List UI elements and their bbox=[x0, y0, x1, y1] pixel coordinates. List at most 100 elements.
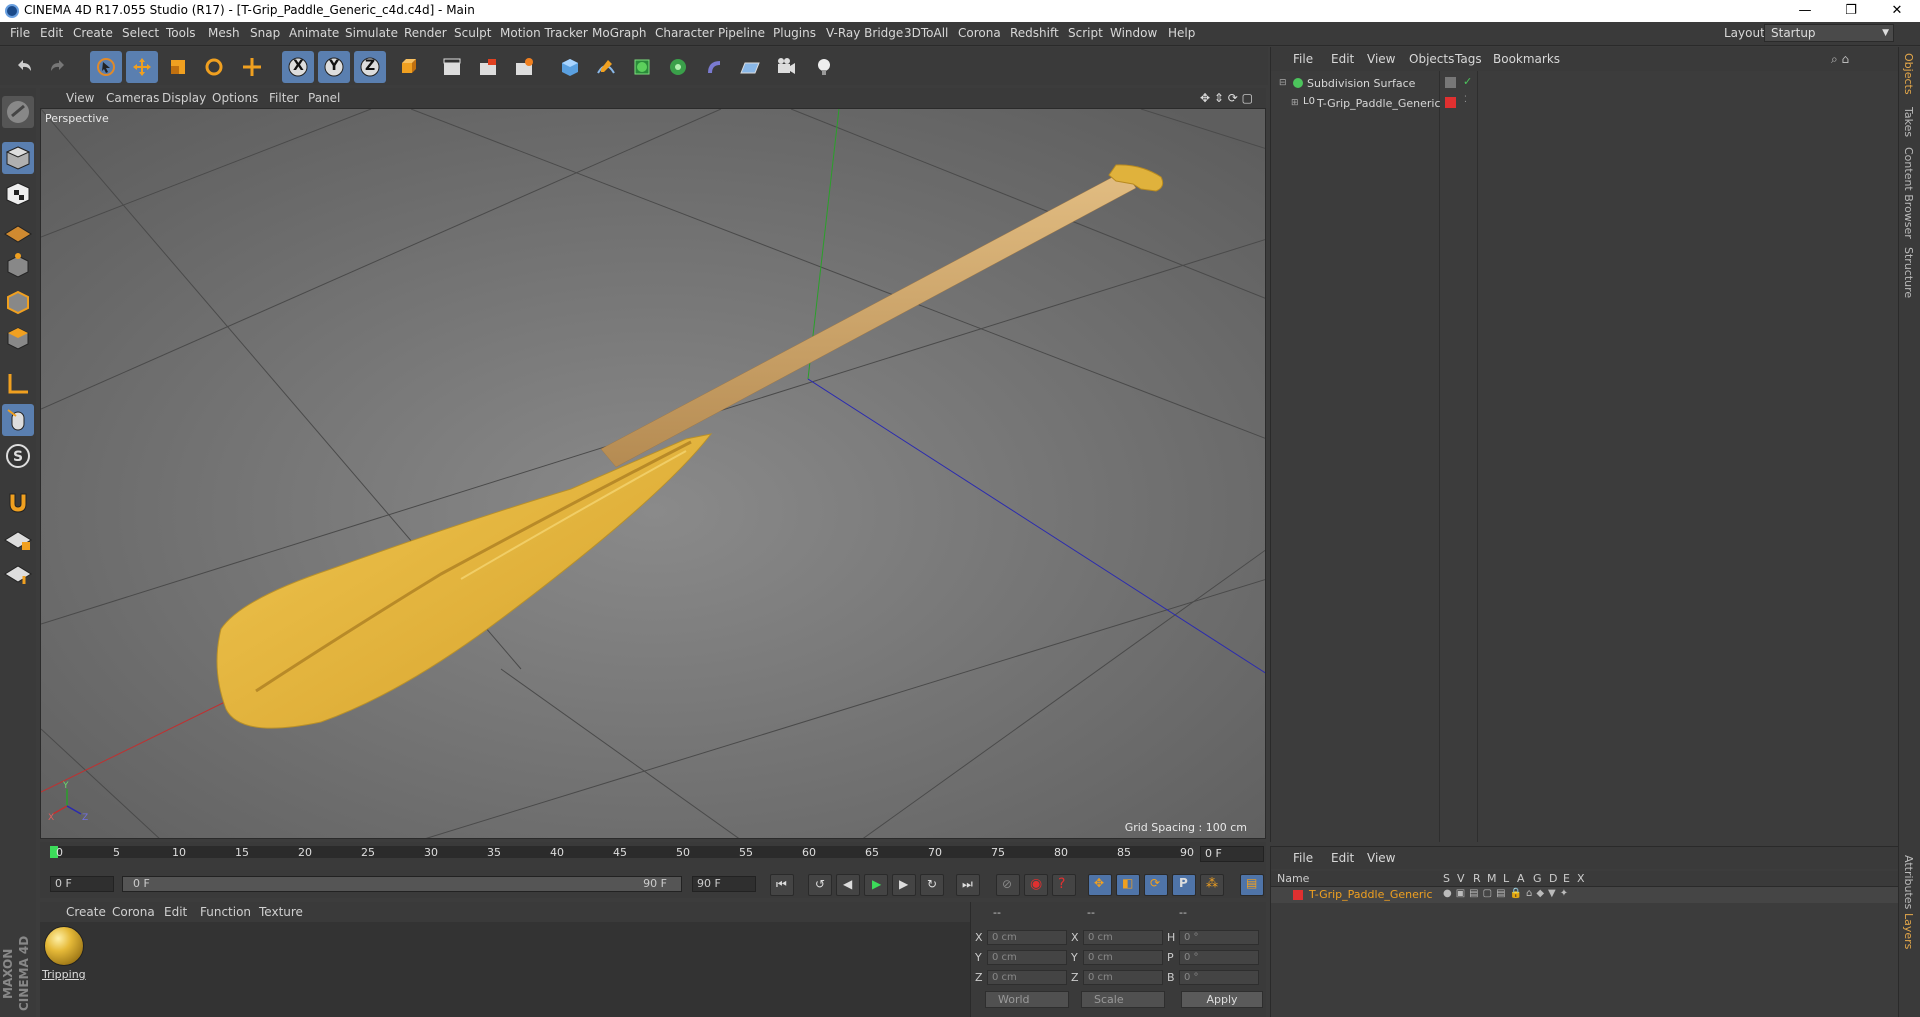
key-position-button[interactable]: ✥ bbox=[1088, 874, 1112, 896]
end-frame-field[interactable]: 90 F bbox=[692, 876, 756, 892]
position-y-field[interactable]: 0 cm bbox=[987, 950, 1067, 965]
camera-object-button[interactable] bbox=[770, 51, 802, 83]
layer-row[interactable]: T-Grip_Paddle_Generic ●▣▤▢▤🔒⌂◆▼✦ bbox=[1271, 887, 1899, 903]
autokeying-button[interactable]: ◉ bbox=[1024, 874, 1048, 896]
scale-tool-button[interactable] bbox=[162, 51, 194, 83]
workplane-snap-button[interactable] bbox=[2, 556, 34, 588]
menu-tools[interactable]: Tools bbox=[166, 26, 196, 40]
object-menu-edit[interactable]: Edit bbox=[1331, 52, 1354, 66]
menu-script[interactable]: Script bbox=[1068, 26, 1103, 40]
restore-button[interactable]: ❐ bbox=[1828, 0, 1874, 22]
go-to-start-button[interactable]: ⏮ bbox=[770, 874, 794, 896]
close-button[interactable]: ✕ bbox=[1874, 0, 1920, 22]
workplane-lock-button[interactable] bbox=[2, 522, 34, 554]
viewport-menu-options[interactable]: Options bbox=[212, 91, 258, 105]
menu-pipeline[interactable]: Pipeline bbox=[718, 26, 765, 40]
mograph-cloner-button[interactable] bbox=[662, 51, 694, 83]
solo-mode-button[interactable]: S bbox=[2, 440, 34, 472]
move-tool-button[interactable] bbox=[126, 51, 158, 83]
menu-3dtoall[interactable]: 3DToAll bbox=[904, 26, 948, 40]
size-y-field[interactable]: 0 cm bbox=[1083, 950, 1163, 965]
menu-character[interactable]: Character bbox=[655, 26, 714, 40]
tab-content-browser[interactable]: Content Browser bbox=[1902, 147, 1915, 239]
coordinate-system-button[interactable] bbox=[392, 51, 424, 83]
menu-window[interactable]: Window bbox=[1110, 26, 1157, 40]
material-menu-edit[interactable]: Edit bbox=[164, 905, 187, 919]
workplane-mode-button[interactable] bbox=[2, 214, 34, 246]
next-key-button[interactable]: ↻ bbox=[920, 874, 944, 896]
position-x-field[interactable]: 0 cm bbox=[987, 930, 1067, 945]
key-scale-button[interactable]: ◧ bbox=[1116, 874, 1140, 896]
render-settings-button[interactable] bbox=[508, 51, 540, 83]
expand-icon[interactable]: ⊞ bbox=[1291, 98, 1299, 108]
object-menu-view[interactable]: View bbox=[1367, 52, 1395, 66]
deformer-button[interactable] bbox=[698, 51, 730, 83]
texture-mode-button[interactable] bbox=[2, 178, 34, 210]
go-to-end-button[interactable]: ⏭ bbox=[956, 874, 980, 896]
tab-takes[interactable]: Takes bbox=[1902, 107, 1915, 137]
object-row-paddle[interactable]: ⊞ L0 T-Grip_Paddle_Generic ⁚ bbox=[1271, 95, 1899, 113]
menu-sculpt[interactable]: Sculpt bbox=[454, 26, 491, 40]
viewport-menu-filter[interactable]: Filter bbox=[269, 91, 299, 105]
object-menu-objects[interactable]: Objects bbox=[1409, 52, 1454, 66]
size-x-field[interactable]: 0 cm bbox=[1083, 930, 1163, 945]
snap-button[interactable] bbox=[2, 486, 34, 518]
menu-file[interactable]: File bbox=[10, 26, 30, 40]
select-tool-button[interactable] bbox=[90, 51, 122, 83]
z-axis-lock-button[interactable]: Z bbox=[354, 51, 386, 83]
axis-mode-button[interactable] bbox=[2, 368, 34, 400]
next-frame-button[interactable]: ▶ bbox=[892, 874, 916, 896]
subdivision-surface-button[interactable] bbox=[626, 51, 658, 83]
tweak-mode-button[interactable] bbox=[2, 404, 34, 436]
cube-primitive-button[interactable] bbox=[554, 51, 586, 83]
y-axis-lock-button[interactable]: Y bbox=[318, 51, 350, 83]
layer-color-swatch[interactable] bbox=[1293, 890, 1303, 900]
timeline-window-button[interactable]: ▤ bbox=[1240, 874, 1264, 896]
rotation-b-field[interactable]: 0 ° bbox=[1179, 970, 1259, 985]
material-menu-function[interactable]: Function bbox=[200, 905, 251, 919]
keyframe-selection-button[interactable]: ? bbox=[1052, 874, 1076, 896]
menu-corona[interactable]: Corona bbox=[958, 26, 1001, 40]
collapse-icon[interactable]: ⊟ bbox=[1279, 78, 1287, 88]
layout-dropdown[interactable]: Startup ▼ bbox=[1764, 24, 1894, 42]
material-menu-corona[interactable]: Corona bbox=[112, 905, 155, 919]
rotate-tool-button[interactable] bbox=[198, 51, 230, 83]
menu-motion-tracker[interactable]: Motion Tracker bbox=[500, 26, 588, 40]
size-mode-dropdown[interactable]: Scale bbox=[1081, 991, 1165, 1008]
play-button[interactable]: ▶ bbox=[864, 874, 888, 896]
frame-range-slider[interactable]: 0 F 90 F bbox=[122, 876, 682, 892]
key-rotation-button[interactable]: ⟳ bbox=[1144, 874, 1168, 896]
material-menu-create[interactable]: Create bbox=[66, 905, 106, 919]
viewport-menu-panel[interactable]: Panel bbox=[308, 91, 340, 105]
light-object-button[interactable] bbox=[808, 51, 840, 83]
menu-plugins[interactable]: Plugins bbox=[773, 26, 816, 40]
layer-menu-edit[interactable]: Edit bbox=[1331, 851, 1354, 865]
menu-edit[interactable]: Edit bbox=[40, 26, 63, 40]
viewport-menu-cameras[interactable]: Cameras bbox=[106, 91, 159, 105]
viewport-navigation-icons[interactable]: ✥ ⇕ ⟳ ▢ bbox=[1200, 91, 1253, 105]
model-mode-button[interactable] bbox=[2, 142, 34, 174]
viewport-menu-view[interactable]: View bbox=[66, 91, 94, 105]
points-mode-button[interactable] bbox=[2, 250, 34, 282]
rotation-p-field[interactable]: 0 ° bbox=[1179, 950, 1259, 965]
layer-menu-view[interactable]: View bbox=[1367, 851, 1395, 865]
viewport-menu-display[interactable]: Display bbox=[162, 91, 206, 105]
menu-mesh[interactable]: Mesh bbox=[208, 26, 240, 40]
material-swatch[interactable]: Tripping bbox=[40, 922, 90, 992]
key-parameter-button[interactable]: P bbox=[1172, 874, 1196, 896]
menu-redshift[interactable]: Redshift bbox=[1010, 26, 1059, 40]
pen-spline-button[interactable] bbox=[590, 51, 622, 83]
live-selection-button[interactable] bbox=[236, 51, 268, 83]
size-z-field[interactable]: 0 cm bbox=[1083, 970, 1163, 985]
tab-structure[interactable]: Structure bbox=[1902, 247, 1915, 298]
visibility-dots-icon[interactable]: ⁚ bbox=[1464, 95, 1467, 105]
render-picture-viewer-button[interactable] bbox=[472, 51, 504, 83]
make-editable-button[interactable] bbox=[2, 96, 34, 128]
menu-render[interactable]: Render bbox=[404, 26, 447, 40]
minimize-button[interactable]: — bbox=[1782, 0, 1828, 22]
tab-attributes[interactable]: Attributes bbox=[1902, 855, 1915, 909]
previous-key-button[interactable]: ↺ bbox=[808, 874, 832, 896]
menu-select[interactable]: Select bbox=[122, 26, 159, 40]
3d-viewport[interactable]: Perspective Y X Z Grid Spacing : 100 cm bbox=[40, 108, 1266, 839]
menu-help[interactable]: Help bbox=[1168, 26, 1195, 40]
